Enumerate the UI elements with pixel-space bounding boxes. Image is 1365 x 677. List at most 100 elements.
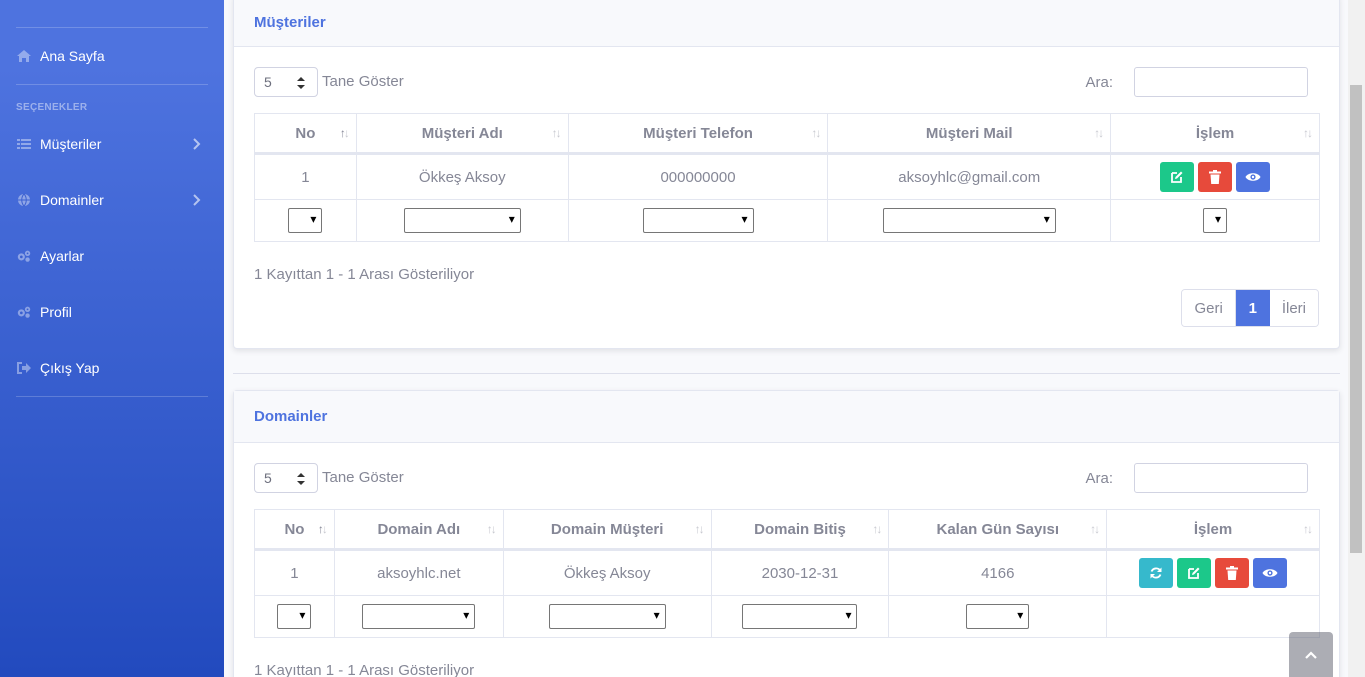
- sort-icon: ↑↓: [551, 126, 562, 140]
- page-1-button[interactable]: 1: [1235, 290, 1270, 326]
- cell-domain: aksoyhlc.net: [333, 549, 504, 596]
- column-header-action[interactable]: İşlem ↑↓: [1110, 113, 1320, 155]
- sidebar-item-settings[interactable]: Ayarlar: [16, 244, 208, 268]
- column-header-days-left[interactable]: Kalan Gün Sayısı ↑↓: [888, 509, 1108, 551]
- trash-icon: [1226, 566, 1239, 580]
- view-button[interactable]: [1253, 558, 1288, 588]
- card-title: Müşteriler: [254, 14, 326, 31]
- pagination: Geri 1 İleri: [1181, 289, 1319, 327]
- scrollbar-thumb[interactable]: [1350, 85, 1362, 553]
- cell-customer: Ökkeş Aksoy: [502, 549, 712, 596]
- page-scrollbar[interactable]: [1348, 0, 1365, 677]
- page-length-value: 5: [264, 470, 272, 486]
- sidebar-item-customers[interactable]: Müşteriler: [16, 132, 208, 156]
- sort-icon: ↑↓: [1090, 522, 1100, 536]
- sort-icon: ↑↓: [1303, 522, 1313, 536]
- column-header-action[interactable]: İşlem ↑↓: [1106, 509, 1320, 551]
- filter-select[interactable]: [1203, 208, 1228, 233]
- sidebar-item-home[interactable]: Ana Sayfa: [16, 44, 208, 68]
- column-header-name[interactable]: Müşteri Adı ↑↓: [355, 113, 569, 155]
- card-title: Domainler: [254, 408, 328, 425]
- sort-caret-icon: [297, 473, 305, 485]
- refresh-icon: [1150, 567, 1162, 579]
- list-icon: [16, 137, 32, 151]
- filter-row: [254, 595, 1320, 638]
- home-icon: [16, 49, 32, 63]
- filter-select[interactable]: [403, 208, 521, 233]
- filter-select[interactable]: [277, 604, 312, 629]
- filter-select[interactable]: [288, 208, 323, 233]
- cell-actions: [1106, 549, 1320, 596]
- table-info: 1 Kayıttan 1 - 1 Arası Gösteriliyor: [254, 662, 475, 677]
- edit-button[interactable]: [1160, 162, 1195, 192]
- search-input[interactable]: [1134, 463, 1308, 493]
- cogs-icon: [16, 249, 32, 263]
- sidebar-divider: [16, 84, 208, 85]
- column-header-customer[interactable]: Domain Müşteri ↑↓: [502, 509, 712, 551]
- sort-icon: ↑↓: [317, 522, 328, 536]
- sidebar-item-label: Çıkış Yap: [40, 360, 100, 376]
- delete-button[interactable]: [1198, 162, 1233, 192]
- sidebar: Ana Sayfa SEÇENEKLER Müşteriler Domainle…: [0, 0, 224, 677]
- sidebar-item-label: Profil: [40, 304, 72, 320]
- filter-row: [254, 199, 1320, 242]
- search-input[interactable]: [1134, 67, 1308, 97]
- search-label: Ara:: [1085, 74, 1113, 91]
- filter-select[interactable]: [642, 208, 754, 233]
- sidebar-item-logout[interactable]: Çıkış Yap: [16, 356, 208, 380]
- sort-icon: ↑↓: [811, 126, 821, 140]
- filter-select[interactable]: [742, 604, 858, 629]
- table-row: 1 Ökkeş Aksoy 000000000 aksoyhlc@gmail.c…: [254, 153, 1320, 200]
- globe-icon: [16, 193, 32, 207]
- column-header-end-date[interactable]: Domain Bitiş ↑↓: [710, 509, 890, 551]
- sidebar-item-label: Müşteriler: [40, 136, 102, 152]
- sidebar-item-domains[interactable]: Domainler: [16, 188, 208, 212]
- prev-page-button[interactable]: Geri: [1182, 290, 1236, 326]
- sidebar-item-label: Domainler: [40, 192, 104, 208]
- delete-button[interactable]: [1215, 558, 1250, 588]
- eye-icon: [1262, 569, 1278, 577]
- sort-icon: ↑↓: [1303, 126, 1313, 140]
- card-header: Domainler: [234, 391, 1339, 443]
- sidebar-item-profile[interactable]: Profil: [16, 300, 208, 324]
- sort-caret-icon: [297, 77, 305, 89]
- page-length-value: 5: [264, 74, 272, 90]
- column-header-no[interactable]: No ↑↓: [254, 113, 357, 155]
- cell-phone: 000000000: [567, 153, 829, 200]
- scroll-to-top-button[interactable]: [1289, 632, 1333, 677]
- chevron-up-icon: [1305, 650, 1317, 659]
- sidebar-item-label: Ayarlar: [40, 248, 85, 264]
- column-header-mail[interactable]: Müşteri Mail ↑↓: [827, 113, 1112, 155]
- page-length-label: Tane Göster: [322, 469, 404, 486]
- customers-card: Müşteriler 5 Tane Göster Ara: No ↑↓ Müşte…: [233, 0, 1340, 349]
- domains-table: No ↑↓ Domain Adı ↑↓ Domain Müşteri ↑↓ Domai…: [254, 509, 1320, 638]
- eye-icon: [1245, 173, 1261, 181]
- filter-select[interactable]: [362, 604, 476, 629]
- page-length-label: Tane Göster: [322, 73, 404, 90]
- view-button[interactable]: [1236, 162, 1271, 192]
- domains-card: Domainler 5 Tane Göster Ara: No ↑↓ Domain…: [233, 390, 1340, 677]
- table-row: 1 aksoyhlc.net Ökkeş Aksoy 2030-12-31 41…: [254, 549, 1320, 596]
- table-info: 1 Kayıttan 1 - 1 Arası Gösteriliyor: [254, 266, 475, 283]
- renew-button[interactable]: [1139, 558, 1174, 588]
- sidebar-divider: [16, 396, 208, 397]
- column-header-no[interactable]: No ↑↓: [254, 509, 335, 551]
- cell-days-left: 4166: [888, 549, 1108, 596]
- column-header-phone[interactable]: Müşteri Telefon ↑↓: [567, 113, 829, 155]
- page-length-select[interactable]: 5: [254, 463, 318, 493]
- cell-name: Ökkeş Aksoy: [355, 153, 569, 200]
- cell-actions: [1110, 153, 1320, 200]
- filter-select[interactable]: [966, 604, 1030, 629]
- edit-icon: [1188, 567, 1200, 579]
- sidebar-heading: SEÇENEKLER: [16, 102, 88, 113]
- trash-icon: [1209, 170, 1222, 184]
- filter-select[interactable]: [548, 604, 666, 629]
- page-length-select[interactable]: 5: [254, 67, 318, 97]
- filter-select[interactable]: [882, 208, 1056, 233]
- edit-button[interactable]: [1177, 558, 1212, 588]
- section-divider: [233, 373, 1340, 374]
- column-header-domain[interactable]: Domain Adı ↑↓: [333, 509, 504, 551]
- next-page-button[interactable]: İleri: [1269, 290, 1318, 326]
- search-label: Ara:: [1085, 470, 1113, 487]
- sort-icon: ↑↓: [872, 522, 882, 536]
